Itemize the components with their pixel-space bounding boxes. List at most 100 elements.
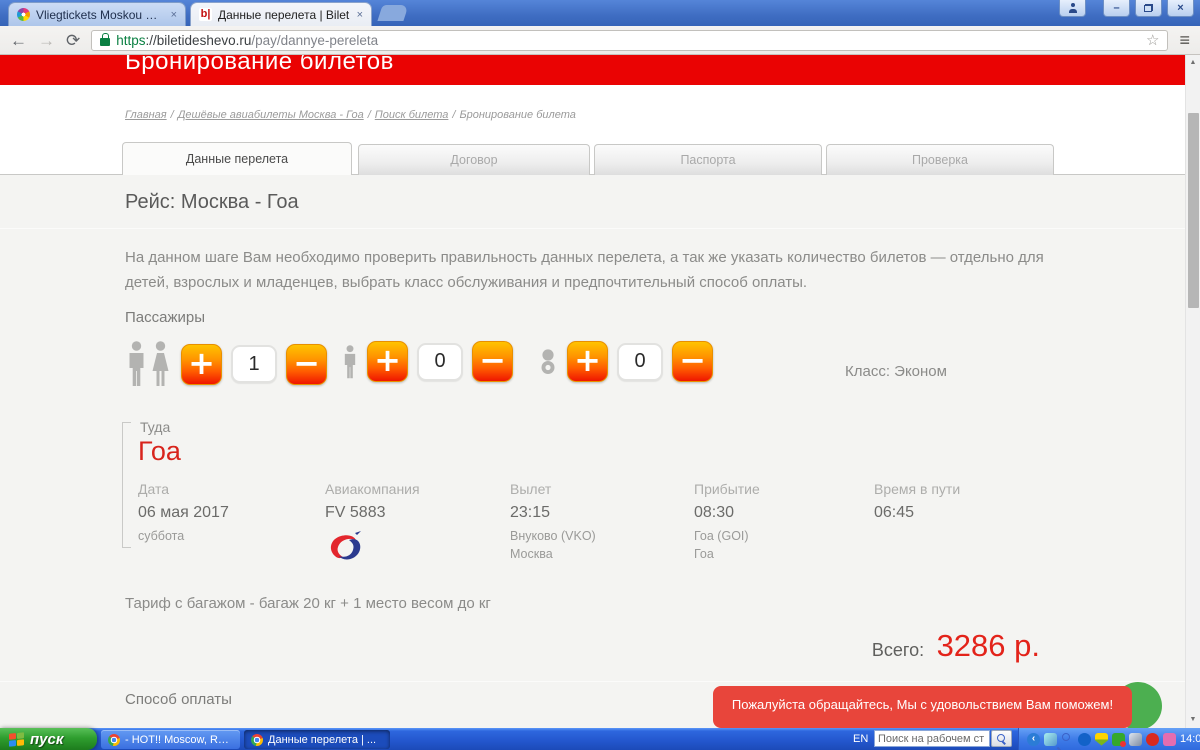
antivirus-icon[interactable] (1146, 733, 1159, 746)
departure-time: 23:15 (510, 504, 596, 522)
desktop-search-input[interactable] (874, 730, 990, 747)
back-button[interactable]: ← (10, 32, 27, 49)
desktop-search-button[interactable] (991, 730, 1012, 747)
vertical-scrollbar[interactable]: ▲ ▼ (1185, 55, 1200, 728)
removable-media-icon[interactable] (1163, 733, 1176, 746)
chrome-icon (108, 734, 120, 746)
breadcrumb-tickets[interactable]: Дешёвые авиабилеты Москва - Гоа (178, 109, 364, 121)
adults-count-input[interactable] (231, 345, 277, 383)
adults-plus-button[interactable]: + (181, 344, 222, 385)
arrival-label: Прибытие (694, 481, 760, 497)
browser-tab-dannye-pereleta[interactable]: b| Данные перелета | Bilet × (190, 2, 372, 26)
page-banner: Бронирование билетов (0, 55, 1185, 85)
taskbar-item-dannye-pereleta[interactable]: Данные перелета | ... (244, 730, 390, 749)
browser-toolbar: ← → ⟳ https://biletideshevo.ru/pay/danny… (0, 26, 1200, 55)
breadcrumb-home[interactable]: Главная (125, 109, 167, 121)
flight-number: FV 5883 (325, 504, 420, 522)
scrollbar-thumb[interactable] (1188, 113, 1199, 308)
new-tab-button[interactable] (377, 5, 408, 21)
reload-button[interactable]: ⟳ (66, 32, 80, 49)
url-path: /pay/dannye-pereleta (251, 33, 378, 48)
chrome-icon (251, 734, 263, 746)
tab-passports[interactable]: Паспорта (594, 144, 822, 175)
payment-method-label: Способ оплаты (125, 691, 232, 708)
minimize-button[interactable]: – (1103, 0, 1130, 17)
taskbar-item-hot-moscow[interactable]: - HOT!! Moscow, Rus... (101, 730, 240, 749)
desktop-screen: Vliegtickets Moskou Goa - Go × b| Данные… (0, 0, 1200, 750)
scroll-up-icon[interactable]: ▲ (1186, 55, 1200, 71)
tab-close-icon[interactable]: × (357, 9, 363, 21)
forward-button[interactable]: → (38, 32, 55, 49)
adults-minus-button[interactable]: − (286, 344, 327, 385)
browser-tab-vliegtickets[interactable]: Vliegtickets Moskou Goa - Go × (8, 2, 186, 26)
infants-plus-button[interactable]: + (567, 341, 608, 382)
close-button[interactable]: × (1167, 0, 1194, 17)
taskbar-clock[interactable]: 14:00 (1180, 733, 1200, 745)
tab-content: Рейс: Москва - Гоа На данном шаге Вам не… (0, 175, 1185, 728)
children-plus-button[interactable]: + (367, 341, 408, 382)
weekday-value: суббота (138, 527, 229, 545)
date-label: Дата (138, 481, 229, 497)
magnifier-tray-icon[interactable] (1061, 733, 1074, 746)
adults-icon (126, 341, 172, 387)
tab-title: Vliegtickets Moskou Goa - Go (36, 8, 165, 22)
duration-label: Время в пути (874, 481, 960, 497)
total-line: Всего: 3286 р. (0, 627, 1040, 671)
child-icon (342, 345, 358, 379)
url-scheme: https (116, 33, 145, 48)
arrival-time: 08:30 (694, 504, 760, 522)
scroll-down-icon[interactable]: ▼ (1186, 712, 1200, 728)
url-host: ://biletideshevo.ru (146, 33, 252, 48)
security-shield-icon[interactable] (1095, 733, 1108, 746)
restore-button[interactable] (1135, 0, 1162, 17)
divider (0, 681, 1185, 682)
arrival-column: Прибытие 08:30 Гоа (GOI) Гоа (694, 481, 760, 563)
padlock-icon (100, 38, 110, 46)
breadcrumb-search[interactable]: Поиск билета (375, 109, 449, 121)
address-bar[interactable]: https://biletideshevo.ru/pay/dannye-pere… (91, 30, 1168, 51)
passengers-label: Пассажиры (125, 309, 205, 326)
children-count-input[interactable] (417, 343, 463, 381)
duration-value: 06:45 (874, 504, 960, 522)
children-minus-button[interactable]: − (472, 341, 513, 382)
departure-label: Вылет (510, 481, 596, 497)
segment-bracket (122, 422, 131, 548)
device-icon[interactable] (1129, 733, 1142, 746)
infants-minus-button[interactable]: − (672, 341, 713, 382)
infants-counter: + − (538, 341, 713, 382)
infants-count-input[interactable] (617, 343, 663, 381)
page-viewport: Бронирование билетов Главная/Дешёвые ави… (0, 55, 1185, 728)
network-status-icon[interactable] (1112, 733, 1125, 746)
tab-title: Данные перелета | Bilet (218, 8, 351, 22)
departure-airport: Внуково (VKO) (510, 527, 596, 545)
direction-label: Туда (140, 419, 170, 435)
tab-close-icon[interactable]: × (171, 9, 177, 21)
date-value: 06 мая 2017 (138, 504, 229, 522)
tariff-text: Тариф с багажом - багаж 20 кг + 1 место … (125, 595, 491, 612)
pinwheel-favicon-icon (17, 8, 30, 21)
start-button[interactable]: пуск (0, 728, 97, 750)
magnifier-icon (997, 734, 1007, 744)
divider (0, 228, 1185, 229)
duration-column: Время в пути 06:45 (874, 481, 960, 527)
date-column: Дата 06 мая 2017 суббота (138, 481, 229, 545)
system-tray-icon[interactable] (1044, 733, 1057, 746)
taskbar: пуск - HOT!! Moscow, Rus... Данные перел… (0, 728, 1200, 750)
adults-counter: + − (126, 341, 327, 387)
language-indicator[interactable]: EN (853, 728, 868, 750)
departure-column: Вылет 23:15 Внуково (VKO) Москва (510, 481, 596, 563)
chat-message-bubble[interactable]: Пожалуйста обращайтесь, Мы с удовольстви… (713, 686, 1132, 728)
hide-icons-chevron[interactable]: ‹ (1027, 733, 1040, 746)
person-icon (1068, 3, 1078, 13)
breadcrumb: Главная/Дешёвые авиабилеты Москва - Гоа/… (125, 109, 576, 121)
menu-icon[interactable]: ≡ (1179, 30, 1190, 51)
airline-logo-icon (325, 530, 420, 569)
bluetooth-icon[interactable] (1078, 733, 1091, 746)
biletideshevo-favicon-icon: b| (199, 8, 212, 21)
airline-label: Авиакомпания (325, 481, 420, 497)
tab-verification[interactable]: Проверка (826, 144, 1054, 175)
tab-flight-data[interactable]: Данные перелета (122, 142, 352, 175)
bookmark-star-icon[interactable]: ☆ (1146, 31, 1159, 49)
profile-button[interactable] (1059, 0, 1086, 17)
tab-contract[interactable]: Договор (358, 144, 590, 175)
